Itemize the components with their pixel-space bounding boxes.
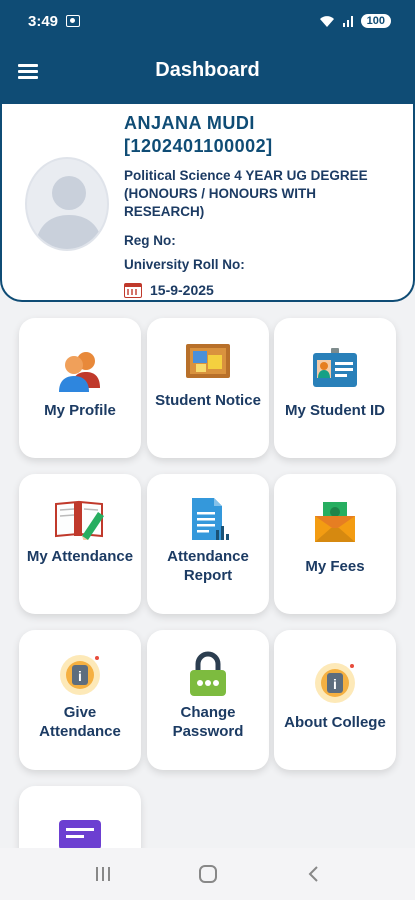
tile-label: My Student ID [285, 402, 385, 419]
status-bar: 3:49 100 [0, 0, 415, 42]
tile-label: Change Password [172, 704, 244, 740]
profile-date: 15-9-2025 [150, 282, 214, 298]
student-id: [1202401100002] [124, 136, 273, 156]
tile-my-student-id[interactable]: My Student ID [274, 318, 396, 458]
users-icon [59, 352, 100, 392]
tile-attendance-report[interactable]: Attendance Report [147, 474, 269, 614]
money-envelope-icon [315, 502, 355, 542]
student-name-block: ANJANA MUDI [1202401100002] [124, 112, 273, 158]
back-button[interactable] [293, 854, 333, 894]
tile-give-attendance[interactable]: i Give Attendance [19, 630, 141, 770]
status-right: 100 [319, 14, 391, 28]
tile-label: About College [284, 714, 386, 731]
info-badge-icon: i [60, 655, 100, 695]
tile-change-password[interactable]: Change Password [147, 630, 269, 770]
wifi-icon [319, 15, 334, 27]
student-name: ANJANA MUDI [124, 113, 255, 133]
report-document-icon [192, 498, 229, 540]
tile-label: My Attendance [26, 548, 134, 565]
info-badge-icon: i [315, 663, 355, 703]
id-card-icon [313, 348, 357, 387]
tile-label: My Profile [44, 402, 116, 419]
svg-text:i: i [78, 668, 82, 684]
tile-my-fees[interactable]: My Fees [274, 474, 396, 614]
status-time: 3:49 [28, 12, 59, 30]
padlock-icon [190, 651, 226, 696]
tile-my-attendance[interactable]: My Attendance [19, 474, 141, 614]
tile-label: Attendance Report [167, 548, 249, 584]
reg-no-label: Reg No: [124, 233, 176, 248]
tile-about-college[interactable]: i About College [274, 630, 396, 770]
course-name: Political Science 4 YEAR UG DEGREE (HONO… [124, 168, 368, 219]
svg-text:i: i [333, 676, 337, 692]
tile-label: My Fees [305, 558, 365, 575]
system-nav-bar [0, 848, 415, 900]
signal-icon [342, 16, 353, 27]
book-pencil-icon [55, 500, 104, 540]
avatar [25, 157, 109, 251]
calendar-icon [124, 282, 142, 298]
page-title: Dashboard [155, 59, 260, 81]
university-roll-label: University Roll No: [124, 257, 245, 272]
profile-card: ANJANA MUDI [1202401100002] Political Sc… [0, 104, 415, 302]
tile-my-profile[interactable]: My Profile [19, 318, 141, 458]
recent-apps-button[interactable] [83, 854, 123, 894]
screen-record-icon [66, 15, 81, 27]
home-button[interactable] [188, 854, 228, 894]
person-placeholder-icon [35, 176, 103, 249]
tile-label: Give Attendance [39, 704, 121, 740]
tile-label: Student Notice [155, 392, 261, 409]
battery-indicator: 100 [360, 14, 391, 28]
back-icon [308, 866, 318, 882]
home-icon [198, 865, 217, 883]
notice-board-icon [186, 344, 230, 378]
message-icon [59, 820, 101, 850]
date-row: 15-9-2025 [124, 282, 214, 298]
tile-student-notice[interactable]: Student Notice [147, 318, 269, 458]
recent-apps-icon [95, 867, 110, 881]
app-bar: Dashboard [0, 42, 415, 104]
